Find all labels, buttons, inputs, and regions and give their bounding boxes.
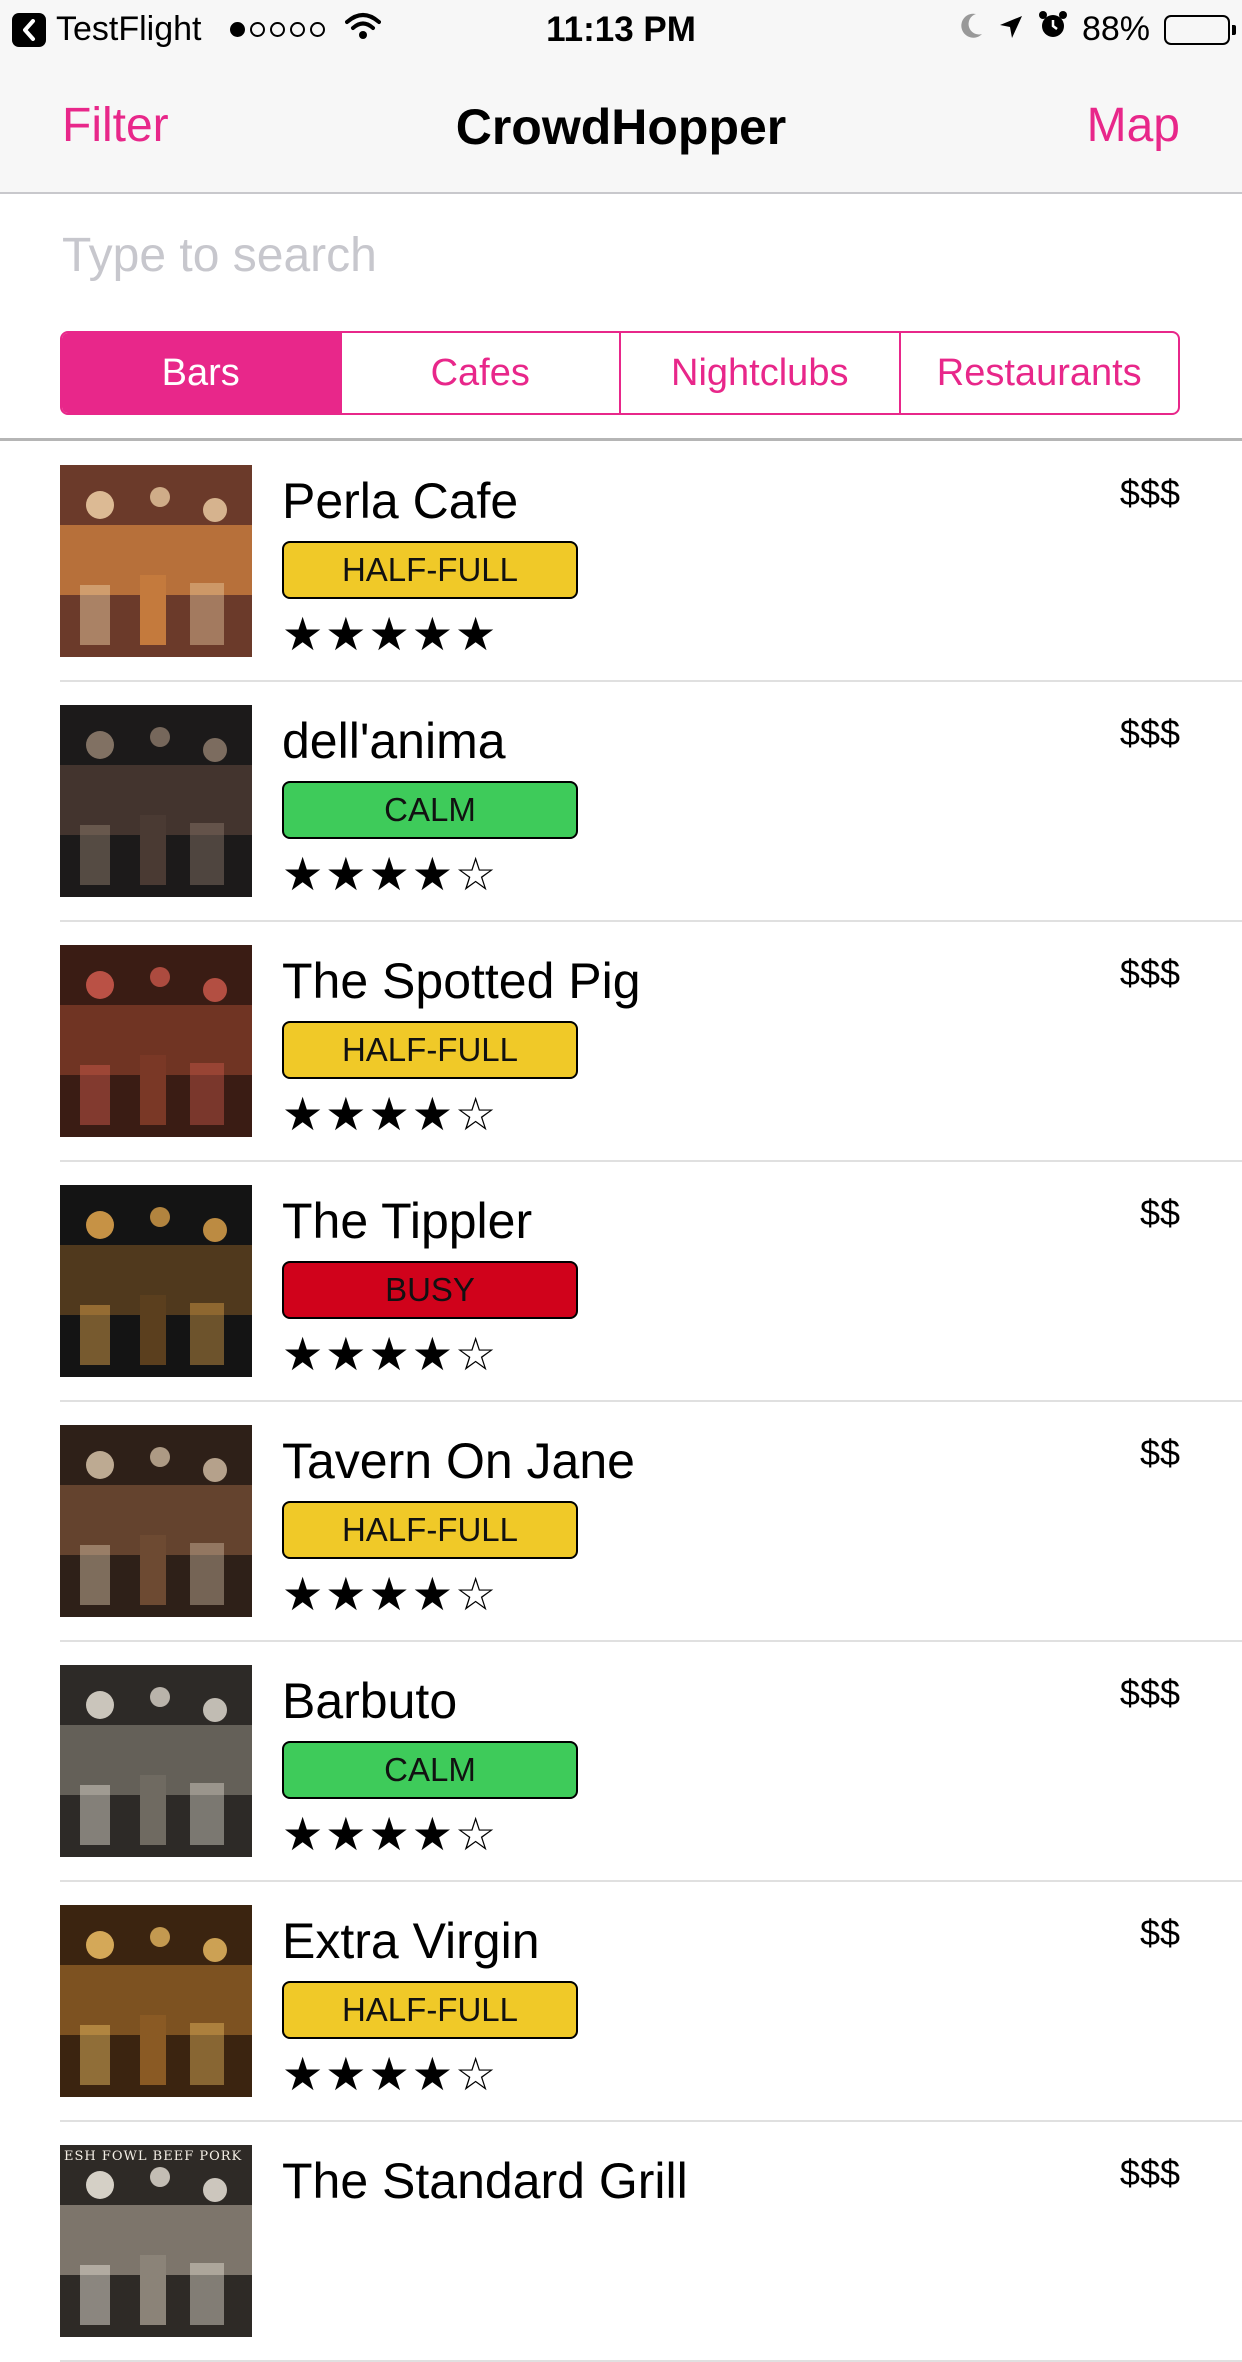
venue-row[interactable]: Extra Virgin $$ HALF-FULL ★★★★☆	[60, 1882, 1242, 2122]
venue-name: dell'anima	[282, 713, 506, 769]
location-arrow-icon	[998, 10, 1024, 49]
venue-row[interactable]: ESH FOWL BEEF PORK The Standard Grill $$$	[60, 2122, 1242, 2362]
venue-name: Perla Cafe	[282, 473, 519, 529]
battery-percent: 88%	[1081, 10, 1150, 48]
status-bar: TestFlight 11:13 PM 88%	[0, 0, 1242, 62]
venue-name: The Tippler	[282, 1193, 533, 1249]
venue-photo	[60, 1905, 252, 2097]
tab-restaurants[interactable]: Restaurants	[898, 333, 1179, 413]
venue-photo	[60, 705, 252, 897]
star-rating: ★★★★☆	[282, 1807, 499, 1861]
venue-price: $$	[1139, 1432, 1180, 1473]
status-right: 88%	[958, 10, 1236, 49]
venue-photo	[60, 945, 252, 1137]
venue-photo	[60, 1665, 252, 1857]
star-rating: ★★★★★	[282, 607, 499, 661]
star-rating: ★★★★☆	[282, 2047, 499, 2101]
venue-price: $$	[1139, 1912, 1180, 1953]
crowd-status-badge: CALM	[282, 1741, 578, 1799]
crowd-status-badge: CALM	[282, 781, 578, 839]
map-button[interactable]: Map	[1087, 98, 1180, 153]
venue-row[interactable]: Barbuto $$$ CALM ★★★★☆	[60, 1642, 1242, 1882]
venue-row[interactable]: Tavern On Jane $$ HALF-FULL ★★★★☆	[60, 1402, 1242, 1642]
crowd-status-badge: HALF-FULL	[282, 1021, 578, 1079]
venue-photo	[60, 465, 252, 657]
star-rating: ★★★★☆	[282, 1327, 499, 1381]
venue-row[interactable]: The Tippler $$ BUSY ★★★★☆	[60, 1162, 1242, 1402]
venue-row[interactable]: dell'anima $$$ CALM ★★★★☆	[60, 682, 1242, 922]
star-rating: ★★★★☆	[282, 847, 499, 901]
venue-price: $$$	[1119, 472, 1180, 513]
venue-name: The Spotted Pig	[282, 953, 641, 1009]
divider	[0, 438, 1242, 441]
tab-nightclubs[interactable]: Nightclubs	[619, 333, 899, 413]
moon-icon	[958, 10, 984, 49]
venue-name: Extra Virgin	[282, 1913, 540, 1969]
navigation-bar: Filter CrowdHopper Map	[0, 62, 1242, 194]
venue-photo: ESH FOWL BEEF PORK	[60, 2145, 252, 2337]
venue-row[interactable]: Perla Cafe $$$ HALF-FULL ★★★★★	[60, 442, 1242, 682]
venue-price: $$$	[1119, 952, 1180, 993]
venue-name: Tavern On Jane	[282, 1433, 635, 1489]
venue-price: $$$	[1119, 1672, 1180, 1713]
venue-photo	[60, 1425, 252, 1617]
star-rating: ★★★★☆	[282, 1087, 499, 1141]
venue-photo	[60, 1185, 252, 1377]
venue-photo-sign: ESH FOWL BEEF PORK	[64, 2149, 243, 2164]
tab-cafes[interactable]: Cafes	[339, 333, 620, 413]
crowd-status-badge: BUSY	[282, 1261, 578, 1319]
alarm-icon	[1038, 10, 1068, 49]
crowd-status-badge: HALF-FULL	[282, 1981, 578, 2039]
tab-bars[interactable]: Bars	[62, 333, 340, 413]
category-segmented-control: Bars Cafes Nightclubs Restaurants	[60, 331, 1180, 415]
venue-list: Perla Cafe $$$ HALF-FULL ★★★★★ dell'anima $$$…	[0, 442, 1242, 2362]
crowd-status-badge: HALF-FULL	[282, 1501, 578, 1559]
search-bar	[0, 194, 1242, 316]
battery-icon	[1164, 14, 1236, 45]
venue-price: $$$	[1119, 2152, 1180, 2193]
page-title: CrowdHopper	[455, 99, 787, 155]
star-rating: ★★★★☆	[282, 1567, 499, 1621]
venue-name: The Standard Grill	[282, 2153, 688, 2209]
venue-row[interactable]: The Spotted Pig $$$ HALF-FULL ★★★★☆	[60, 922, 1242, 1162]
venue-name: Barbuto	[282, 1673, 458, 1729]
search-input[interactable]	[60, 224, 1184, 286]
crowd-status-badge: HALF-FULL	[282, 541, 578, 599]
venue-price: $$$	[1119, 712, 1180, 753]
venue-price: $$	[1139, 1192, 1180, 1233]
